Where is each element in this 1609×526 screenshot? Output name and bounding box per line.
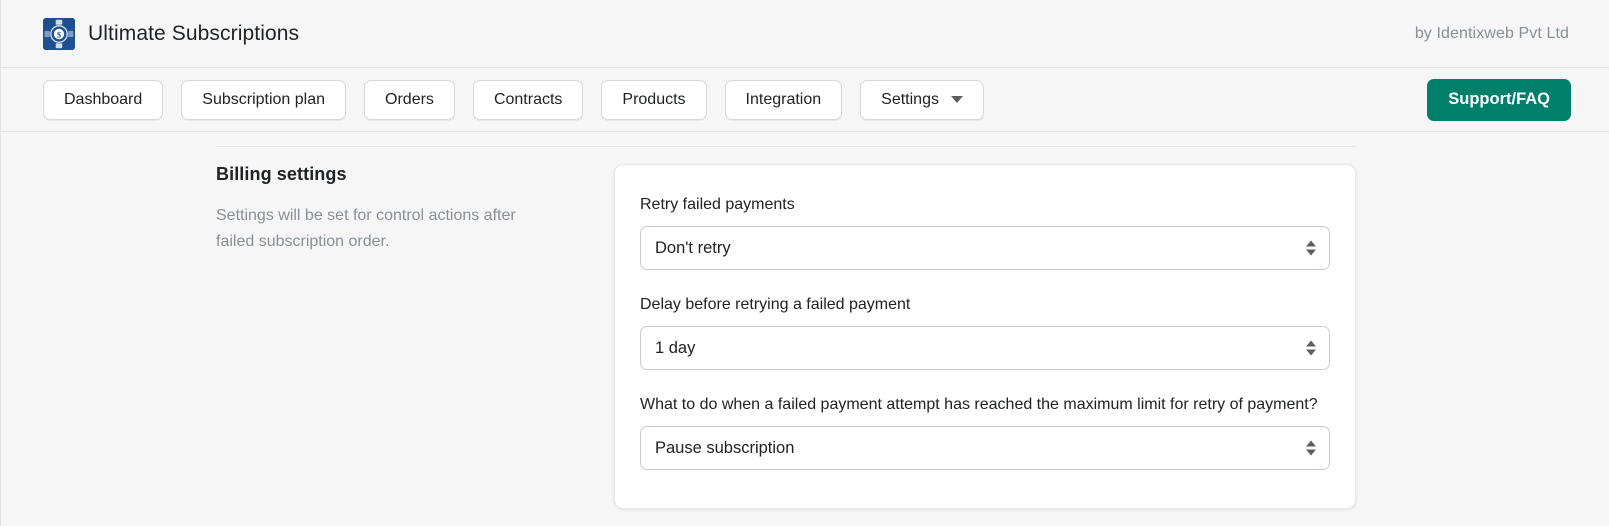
field-label: Delay before retrying a failed payment xyxy=(640,296,911,313)
field-label: What to do when a failed payment attempt… xyxy=(640,396,1318,413)
billing-settings-section: Billing settings Settings will be set fo… xyxy=(1,164,1609,509)
chevron-down-icon xyxy=(950,96,963,103)
content-area: Billing settings Settings will be set fo… xyxy=(1,132,1609,526)
subscription-dollar-icon: $ xyxy=(43,17,75,50)
field-retry-failed-payments: Retry failed payments Don't retry xyxy=(640,192,1330,270)
nav-item-label: Dashboard xyxy=(64,90,143,108)
nav-item-dashboard[interactable]: Dashboard xyxy=(43,79,164,120)
field-max-retry-action: What to do when a failed payment attempt… xyxy=(640,392,1330,470)
section-heading: Billing settings xyxy=(216,164,347,184)
app-header: $ Ultimate Subscriptions by Identixweb P… xyxy=(1,0,1609,68)
primary-navigation: Dashboard Subscription plan Orders Contr… xyxy=(1,68,1609,132)
nav-item-products[interactable]: Products xyxy=(601,79,707,120)
select-wrapper: Don't retry xyxy=(640,226,1330,270)
nav-item-label: Products xyxy=(622,90,686,108)
nav-item-orders[interactable]: Orders xyxy=(364,79,455,120)
nav-item-label: Orders xyxy=(385,90,434,108)
vendor-byline: by Identixweb Pvt Ltd xyxy=(1414,24,1569,42)
section-description: Billing settings Settings will be set fo… xyxy=(216,164,576,255)
nav-item-subscription-plan[interactable]: Subscription plan xyxy=(181,79,347,120)
nav-item-label: Contracts xyxy=(493,90,563,108)
select-wrapper: Pause subscription xyxy=(640,426,1330,470)
support-faq-button[interactable]: Support/FAQ xyxy=(1427,78,1571,121)
section-subtext: Settings will be set for control actions… xyxy=(216,207,516,250)
retry-delay-select[interactable]: 1 day xyxy=(640,326,1330,370)
max-retry-action-select[interactable]: Pause subscription xyxy=(640,426,1330,470)
nav-item-settings[interactable]: Settings xyxy=(860,79,984,120)
nav-item-contracts[interactable]: Contracts xyxy=(472,79,584,120)
nav-item-label: Integration xyxy=(745,90,822,108)
nav-button-group: Dashboard Subscription plan Orders Contr… xyxy=(43,79,984,120)
nav-item-label: Subscription plan xyxy=(202,90,326,108)
select-wrapper: 1 day xyxy=(640,326,1330,370)
section-divider xyxy=(216,146,1356,147)
field-label: Retry failed payments xyxy=(640,196,795,213)
field-retry-delay: Delay before retrying a failed payment 1… xyxy=(640,292,1330,370)
page-title: Ultimate Subscriptions xyxy=(88,21,300,45)
app-window: $ Ultimate Subscriptions by Identixweb P… xyxy=(0,0,1609,526)
nav-item-label: Settings xyxy=(881,90,939,108)
retry-failed-payments-select[interactable]: Don't retry xyxy=(640,226,1330,270)
nav-item-integration[interactable]: Integration xyxy=(724,79,843,120)
billing-settings-card: Retry failed payments Don't retry Delay … xyxy=(614,164,1356,509)
brand: $ Ultimate Subscriptions xyxy=(43,17,300,50)
